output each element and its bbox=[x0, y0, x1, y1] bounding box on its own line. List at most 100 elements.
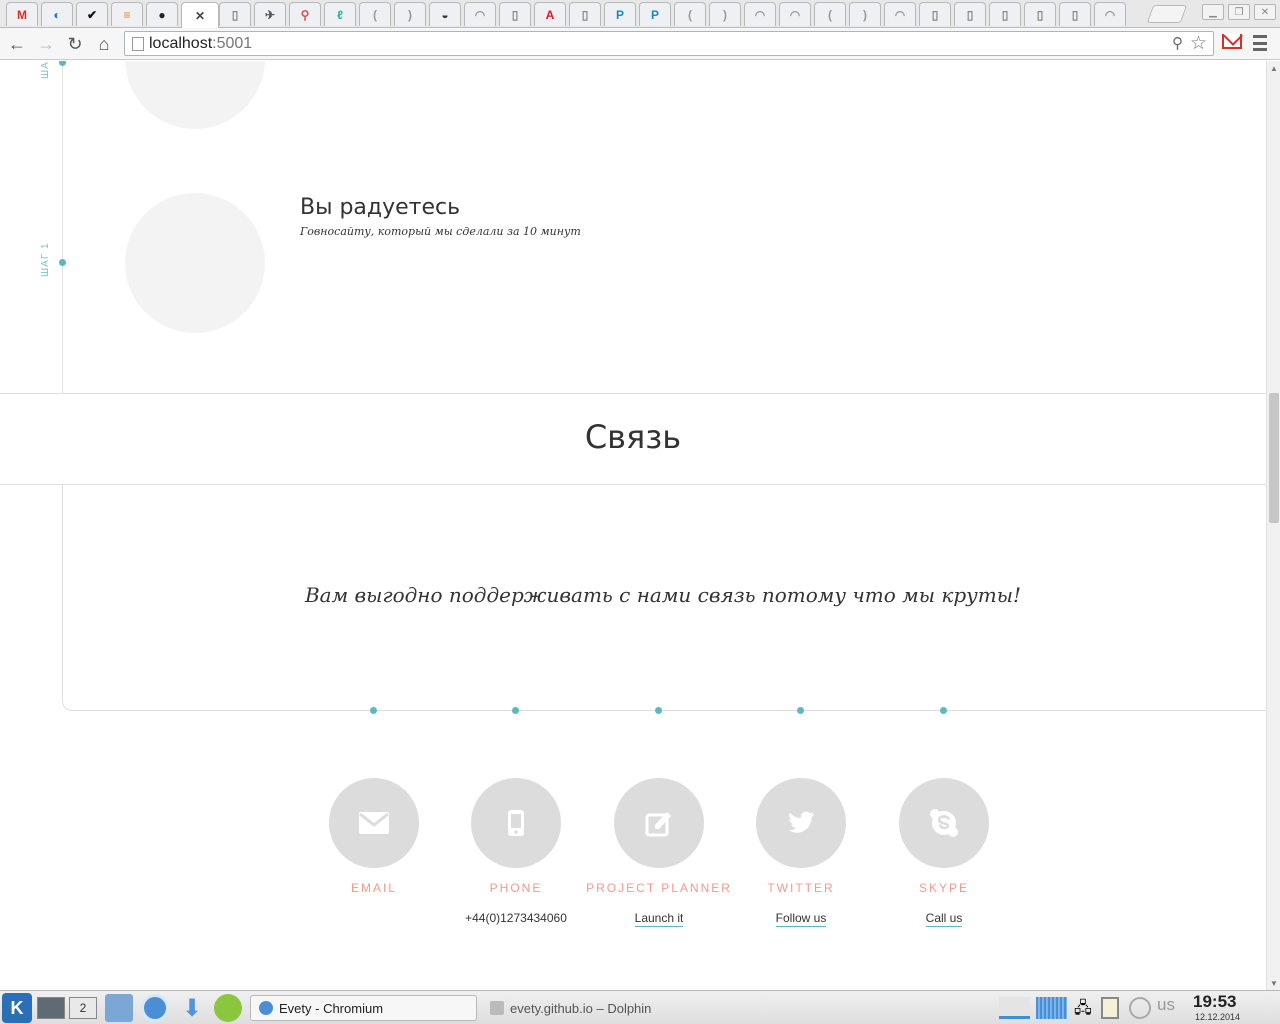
new-tab-button[interactable] bbox=[1146, 5, 1188, 23]
browser-tab[interactable]: ▯ bbox=[499, 2, 531, 26]
browser-tab[interactable]: ) bbox=[709, 2, 741, 26]
browser-menu-icon[interactable] bbox=[1253, 35, 1267, 51]
bookmark-star-icon[interactable]: ☆ bbox=[1190, 32, 1207, 55]
file-manager-launcher[interactable] bbox=[105, 994, 133, 1022]
reload-icon: ↻ bbox=[67, 33, 83, 54]
phone-button[interactable] bbox=[471, 778, 561, 868]
browser-tab[interactable]: ◠ bbox=[779, 2, 811, 26]
keyboard-layout[interactable]: us bbox=[1157, 995, 1183, 1017]
clipboard-icon[interactable] bbox=[1101, 997, 1119, 1019]
browser-tab[interactable]: ≡ bbox=[111, 2, 143, 26]
vertical-scrollbar[interactable]: ▲ ▼ bbox=[1266, 61, 1280, 990]
browser-tab[interactable]: ⚲ bbox=[289, 2, 321, 26]
skype-button[interactable] bbox=[899, 778, 989, 868]
globe-icon[interactable] bbox=[1129, 997, 1151, 1019]
browser-tab[interactable]: ✔ bbox=[76, 2, 108, 26]
task-label: Evety - Chromium bbox=[279, 1000, 384, 1016]
section-title: Связь bbox=[584, 418, 682, 456]
browser-tab[interactable]: ▯ bbox=[1059, 2, 1091, 26]
maximize-button[interactable]: ❐ bbox=[1228, 4, 1250, 20]
desktop-pager-2[interactable]: 2 bbox=[69, 997, 97, 1019]
zoom-icon[interactable]: ⚲ bbox=[1172, 34, 1183, 52]
step-label: ШАГ 1 bbox=[40, 242, 51, 277]
url-text[interactable]: localhost:5001 bbox=[149, 35, 252, 53]
clock-time[interactable]: 19:53 bbox=[1193, 992, 1236, 1012]
browser-tab[interactable]: ◠ bbox=[884, 2, 916, 26]
browser-tab[interactable]: P bbox=[639, 2, 671, 26]
page-icon: ▯ bbox=[931, 7, 939, 22]
twitter-button[interactable] bbox=[756, 778, 846, 868]
back-button[interactable]: ← bbox=[5, 32, 29, 56]
task-dolphin[interactable]: evety.github.io – Dolphin bbox=[482, 995, 742, 1021]
follow-us-link[interactable]: Follow us bbox=[726, 911, 876, 927]
bowl-icon: ◒ bbox=[441, 7, 449, 22]
contact-lead-text: Вам выгодно поддерживать с нами связь по… bbox=[304, 583, 1022, 607]
activity-monitor-icon[interactable] bbox=[999, 997, 1030, 1019]
page-icon: ▯ bbox=[1071, 7, 1079, 22]
browser-tab[interactable]: ( bbox=[814, 2, 846, 26]
contact-section-header: Связь bbox=[0, 393, 1266, 485]
loading-icon: ) bbox=[408, 7, 412, 22]
loading-icon: ( bbox=[373, 7, 377, 22]
browser-tab[interactable]: ( bbox=[674, 2, 706, 26]
leaf-icon: ℓ bbox=[337, 7, 343, 22]
browser-tab[interactable]: ◠ bbox=[1094, 2, 1126, 26]
email-button[interactable] bbox=[329, 778, 419, 868]
address-bar[interactable]: localhost:5001 ⚲ ☆ bbox=[124, 31, 1214, 56]
connector-dot bbox=[512, 707, 519, 714]
browser-tab[interactable]: ● bbox=[146, 2, 178, 26]
loading-icon: ◠ bbox=[789, 7, 801, 22]
desktop-pager-1[interactable] bbox=[37, 997, 65, 1019]
browser-tab[interactable]: ( bbox=[359, 2, 391, 26]
scrollbar-thumb[interactable] bbox=[1269, 393, 1279, 523]
cpu-monitor-icon[interactable] bbox=[1036, 997, 1067, 1019]
reload-button[interactable]: ↻ bbox=[63, 32, 87, 56]
connector-dot bbox=[797, 707, 804, 714]
url-host: localhost bbox=[149, 35, 213, 52]
browser-tab[interactable]: ) bbox=[849, 2, 881, 26]
angular-icon: A bbox=[545, 7, 555, 22]
browser-tab[interactable]: ◠ bbox=[464, 2, 496, 26]
browser-tab[interactable]: A bbox=[534, 2, 566, 26]
call-us-link[interactable]: Call us bbox=[869, 911, 1019, 927]
step-image-previous bbox=[125, 61, 265, 129]
user-launcher[interactable] bbox=[214, 994, 242, 1022]
browser-tab[interactable]: ) bbox=[394, 2, 426, 26]
clock-date[interactable]: 12.12.2014 bbox=[1195, 1012, 1240, 1022]
gmail-extension-icon[interactable] bbox=[1222, 34, 1242, 49]
browser-tab[interactable]: ◒ bbox=[429, 2, 461, 26]
browser-tab[interactable]: ▯ bbox=[569, 2, 601, 26]
browser-tab[interactable]: ℓ bbox=[324, 2, 356, 26]
project-planner-button[interactable] bbox=[614, 778, 704, 868]
browser-tab[interactable]: ▯ bbox=[954, 2, 986, 26]
home-button[interactable]: ⌂ bbox=[92, 32, 116, 56]
browser-tab[interactable]: ◐ bbox=[41, 2, 73, 26]
browser-tab[interactable]: ✈ bbox=[254, 2, 286, 26]
scroll-up-arrow[interactable]: ▲ bbox=[1267, 61, 1280, 75]
task-chromium[interactable]: Evety - Chromium bbox=[250, 995, 477, 1021]
kde-menu-button[interactable]: K bbox=[2, 993, 32, 1023]
browser-tab[interactable]: ▯ bbox=[989, 2, 1021, 26]
tab-strip: M ◐ ✔ ≡ ● ✕ ▯ ✈ ⚲ ℓ () ◒ ◠ ▯ A ▯ P P () ◠ ◠ () ◠ ▯ ▯ ▯ ▯ ▯ ◠ ▁ ❐ ✕ bbox=[0, 0, 1280, 28]
checkmark-icon: ✔ bbox=[86, 7, 98, 22]
browser-tab[interactable]: ▯ bbox=[1024, 2, 1056, 26]
browser-tab[interactable]: ✕ bbox=[181, 2, 219, 28]
close-window-button[interactable]: ✕ bbox=[1254, 4, 1276, 20]
minimize-button[interactable]: ▁ bbox=[1202, 4, 1224, 20]
scroll-down-arrow[interactable]: ▼ bbox=[1267, 976, 1280, 990]
edit-icon bbox=[645, 812, 671, 837]
map-pin-icon: ◐ bbox=[53, 7, 61, 22]
browser-tab[interactable]: P bbox=[604, 2, 636, 26]
download-launcher[interactable]: ⬇ bbox=[178, 994, 206, 1022]
browser-tab[interactable]: ▯ bbox=[219, 2, 251, 26]
browser-tab[interactable]: M bbox=[6, 2, 38, 26]
skype-icon bbox=[930, 809, 958, 837]
forward-button[interactable]: → bbox=[34, 32, 58, 56]
chromium-launcher[interactable] bbox=[141, 994, 169, 1022]
page-icon: ▯ bbox=[581, 7, 589, 22]
launch-it-link[interactable]: Launch it bbox=[584, 911, 734, 927]
network-icon[interactable]: 🖧 bbox=[1074, 997, 1094, 1019]
browser-tab[interactable]: ▯ bbox=[919, 2, 951, 26]
browser-tab[interactable]: ◠ bbox=[744, 2, 776, 26]
step-description: Говносайту, который мы сделали за 10 мин… bbox=[300, 225, 581, 238]
